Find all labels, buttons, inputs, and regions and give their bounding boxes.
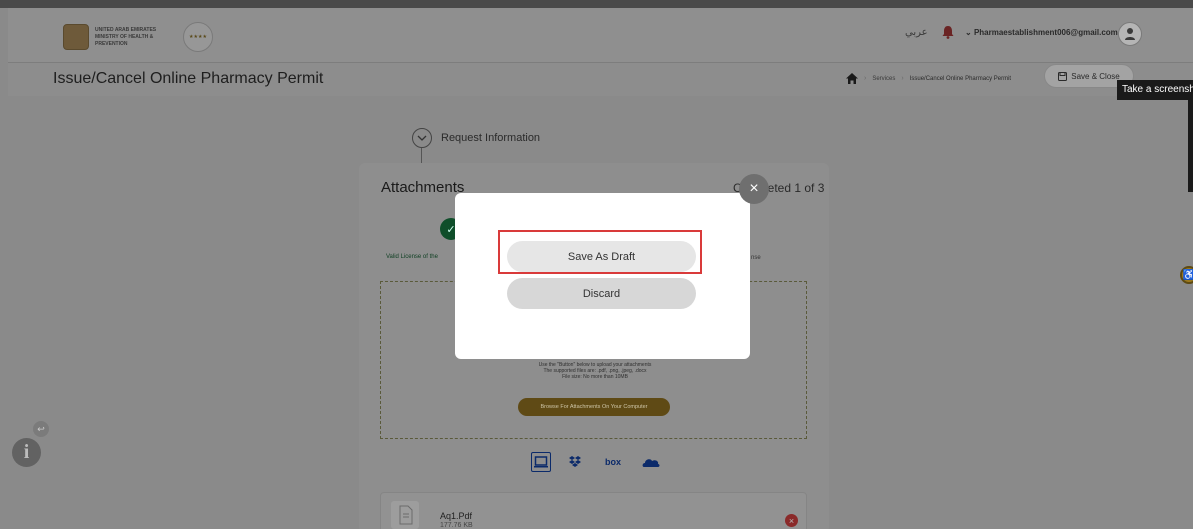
step-request-information[interactable]: Request Information	[412, 128, 540, 148]
file-icon	[391, 501, 419, 529]
page-titlebar: Issue/Cancel Online Pharmacy Permit › Se…	[8, 62, 1193, 96]
ministry-name: UNITED ARAB EMIRATES MINISTRY OF HEALTH …	[95, 27, 177, 48]
bell-icon[interactable]	[940, 24, 956, 40]
avatar[interactable]	[1118, 22, 1142, 46]
side-panel-edge	[1188, 100, 1193, 192]
remove-file-icon[interactable]: ×	[785, 514, 798, 527]
accessibility-icon[interactable]: ♿	[1180, 266, 1193, 284]
screenshot-tooltip: Take a screenshot	[1117, 80, 1193, 100]
chevron-down-icon: ⌄	[965, 28, 974, 37]
license-label[interactable]: Valid License of the	[386, 254, 438, 260]
save-close-label: Save & Close	[1071, 71, 1120, 81]
breadcrumb-separator: ›	[864, 75, 867, 82]
file-name[interactable]: Aq1.Pdf	[440, 511, 472, 521]
language-toggle[interactable]: عربي	[905, 27, 928, 38]
breadcrumb: › Services › Issue/Cancel Online Pharmac…	[846, 73, 1011, 84]
dropbox-icon[interactable]	[565, 452, 585, 472]
file-size: 177.76 KB	[440, 522, 473, 529]
step-connector	[421, 148, 422, 164]
step-label: Request Information	[441, 132, 541, 144]
home-icon[interactable]	[846, 73, 858, 84]
ministry-logo[interactable]: UNITED ARAB EMIRATES MINISTRY OF HEALTH …	[63, 22, 213, 52]
breadcrumb-separator: ›	[901, 75, 904, 82]
save-icon	[1058, 71, 1068, 81]
browse-attachments-button[interactable]: Browse For Attachments On Your Computer	[518, 398, 670, 416]
page-title: Issue/Cancel Online Pharmacy Permit	[53, 70, 324, 87]
discard-button[interactable]: Discard	[507, 278, 696, 309]
ministry-line2: MINISTRY OF HEALTH & PREVENTION	[95, 33, 154, 47]
dropzone-instructions: Use the "Button" below to upload your at…	[470, 362, 720, 380]
info-icon[interactable]: i	[12, 438, 41, 467]
emblem-icon	[63, 24, 89, 50]
chevron-down-icon	[412, 128, 432, 148]
attachment-type-label[interactable]: nse	[751, 255, 761, 261]
onedrive-icon[interactable]	[641, 452, 661, 472]
top-strip	[0, 0, 1193, 8]
breadcrumb-services[interactable]: Services	[872, 76, 895, 82]
user-email: Pharmaestablishment006@gmail.com	[973, 28, 1118, 37]
save-draft-modal	[455, 193, 750, 359]
back-arrow-icon[interactable]: ↩	[33, 421, 49, 437]
box-icon[interactable]: box	[599, 452, 627, 472]
computer-icon[interactable]	[531, 452, 551, 472]
site-header: UNITED ARAB EMIRATES MINISTRY OF HEALTH …	[8, 8, 1193, 62]
stars-badge-icon: ★★★★	[183, 22, 213, 52]
dropzone-line: File size: No more than 10MB	[562, 374, 628, 380]
user-icon	[1125, 28, 1135, 40]
ministry-line1: UNITED ARAB EMIRATES	[95, 26, 157, 33]
close-icon[interactable]: ×	[739, 174, 769, 204]
upload-sources: box	[531, 452, 661, 472]
attachments-title: Attachments	[381, 179, 465, 196]
user-menu[interactable]: ⌄ Pharmaestablishment006@gmail.com	[965, 28, 1118, 37]
breadcrumb-current: Issue/Cancel Online Pharmacy Permit	[909, 75, 1012, 82]
save-as-draft-button[interactable]: Save As Draft	[507, 241, 696, 272]
